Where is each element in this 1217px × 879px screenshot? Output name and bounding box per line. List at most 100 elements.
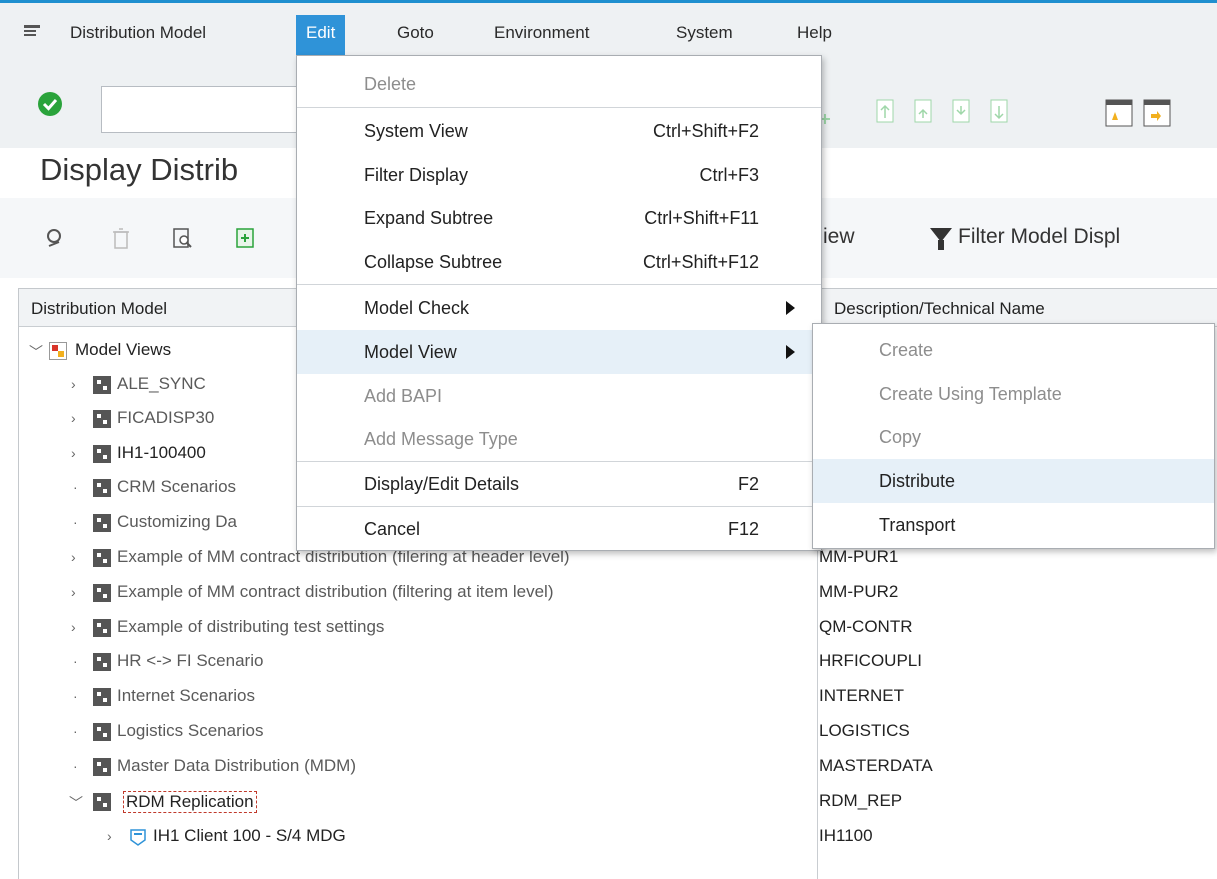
page-title: Display Distrib <box>40 152 239 187</box>
collapse-toggle-icon[interactable]: ﹀ <box>69 793 83 811</box>
expand-toggle-icon[interactable]: › <box>71 584 81 600</box>
model-view-icon <box>93 410 111 428</box>
find-icon[interactable] <box>172 226 194 250</box>
table-row[interactable]: · Logistics Scenarios LOGISTICS <box>19 715 1217 749</box>
menu-distribution-model[interactable]: Distribution Model <box>70 23 206 43</box>
first-page-icon[interactable] <box>873 96 897 126</box>
tree-node-label[interactable]: Logistics Scenarios <box>117 721 263 741</box>
menu-item-system-view[interactable]: System View Ctrl+Shift+F2 <box>297 109 821 153</box>
submenu-item-copy[interactable]: Copy <box>813 415 1214 459</box>
model-view-icon <box>93 653 111 671</box>
table-row[interactable]: › IH1 Client 100 - S/4 MDG IH1100 <box>19 820 1217 854</box>
menu-system[interactable]: System <box>676 23 733 43</box>
view-button-label[interactable]: iew <box>823 225 855 249</box>
technical-name: MM-PUR1 <box>819 547 899 566</box>
tree-node-label[interactable]: IH1-100400 <box>117 443 206 463</box>
table-row[interactable]: · Internet Scenarios INTERNET <box>19 680 1217 714</box>
enter-check-icon[interactable] <box>38 92 62 116</box>
technical-name: IH1100 <box>819 826 873 845</box>
submenu-item-create-using-template[interactable]: Create Using Template <box>813 372 1214 416</box>
table-row[interactable]: · Master Data Distribution (MDM) MASTERD… <box>19 750 1217 784</box>
technical-name: MM-PUR2 <box>819 582 899 601</box>
expand-icon[interactable] <box>234 226 256 250</box>
menu-item-model-check[interactable]: Model Check <box>297 286 821 330</box>
technical-name: HRFICOUPLI <box>819 651 922 670</box>
model-view-icon <box>93 758 111 776</box>
menu-item-collapse-subtree[interactable]: Collapse Subtree Ctrl+Shift+F12 <box>297 240 821 284</box>
model-view-icon <box>93 619 111 637</box>
menu-separator <box>297 284 821 285</box>
model-view-icon <box>93 445 111 463</box>
leaf-bullet-icon: · <box>73 514 78 530</box>
menu-separator <box>297 107 821 108</box>
technical-name: QM-CONTR <box>819 617 913 636</box>
tree-node-label[interactable]: ALE_SYNC <box>117 374 206 394</box>
tree-node-label[interactable]: Master Data Distribution (MDM) <box>117 756 356 776</box>
menu-goto[interactable]: Goto <box>397 23 434 43</box>
submenu-item-create[interactable]: Create <box>813 328 1214 372</box>
tree-node-label[interactable]: HR <-> FI Scenario <box>117 651 263 671</box>
menu-item-filter-display[interactable]: Filter Display Ctrl+F3 <box>297 153 821 197</box>
collapse-toggle-icon[interactable]: ﹀ <box>29 342 43 360</box>
technical-name: MASTERDATA <box>819 756 933 775</box>
command-field[interactable] <box>101 86 301 133</box>
menu-edit[interactable]: Edit <box>296 15 346 55</box>
leaf-bullet-icon: · <box>73 688 78 704</box>
menu-item-model-view[interactable]: Model View <box>297 330 821 374</box>
table-row[interactable]: ﹀ RDM Replication RDM_REP <box>19 785 1217 819</box>
expand-toggle-icon[interactable]: › <box>71 619 81 635</box>
column-header-distribution-model[interactable]: Distribution Model <box>31 299 167 319</box>
submenu-arrow-icon <box>786 345 795 359</box>
expand-toggle-icon[interactable]: › <box>71 376 81 392</box>
table-row[interactable]: · HR <-> FI Scenario HRFICOUPLI <box>19 645 1217 679</box>
menu-item-display-edit-details[interactable]: Display/Edit Details F2 <box>297 462 821 506</box>
model-view-submenu: Create Create Using Template Copy Distri… <box>812 323 1215 549</box>
model-view-icon <box>93 549 111 567</box>
leaf-bullet-icon: · <box>73 653 78 669</box>
submenu-item-distribute[interactable]: Distribute <box>813 459 1214 503</box>
model-view-icon <box>93 584 111 602</box>
expand-toggle-icon[interactable]: › <box>71 410 81 426</box>
next-page-icon[interactable] <box>949 96 973 126</box>
menu-item-expand-subtree[interactable]: Expand Subtree Ctrl+Shift+F11 <box>297 196 821 240</box>
display-change-icon[interactable] <box>45 226 67 250</box>
tree-node-label[interactable]: Model Views <box>75 340 171 360</box>
shortcut-icon[interactable] <box>1142 98 1172 128</box>
leaf-bullet-icon: · <box>73 723 78 739</box>
expand-toggle-icon[interactable]: › <box>71 549 81 565</box>
edit-menu: Delete System View Ctrl+Shift+F2 Filter … <box>296 55 822 551</box>
model-views-icon <box>49 342 67 360</box>
menu-icon[interactable] <box>24 25 40 39</box>
menu-item-delete[interactable]: Delete <box>297 62 821 106</box>
tree-node-label[interactable]: RDM Replication <box>123 791 257 813</box>
tree-node-label[interactable]: Example of distributing test settings <box>117 617 384 637</box>
menu-item-cancel[interactable]: Cancel F12 <box>297 507 821 551</box>
leaf-bullet-icon: · <box>73 479 78 495</box>
last-page-icon[interactable] <box>987 96 1011 126</box>
tree-node-label[interactable]: Internet Scenarios <box>117 686 255 706</box>
menu-item-add-message-type[interactable]: Add Message Type <box>297 417 821 461</box>
submenu-item-transport[interactable]: Transport <box>813 503 1214 547</box>
menu-help[interactable]: Help <box>797 23 832 43</box>
table-row[interactable]: › Example of MM contract distribution (f… <box>19 576 1217 610</box>
tree-node-label[interactable]: IH1 Client 100 - S/4 MDG <box>153 826 346 846</box>
table-row[interactable]: › Example of distributing test settings … <box>19 611 1217 645</box>
tree-node-label[interactable]: Customizing Da <box>117 512 237 532</box>
menu-environment[interactable]: Environment <box>494 23 589 43</box>
model-view-icon <box>93 723 111 741</box>
model-view-icon <box>93 514 111 532</box>
model-view-icon <box>93 479 111 497</box>
menu-item-add-bapi[interactable]: Add BAPI <box>297 374 821 418</box>
model-view-icon <box>93 376 111 394</box>
filter-model-display-button[interactable]: Filter Model Displ <box>958 225 1120 249</box>
tree-node-label[interactable]: CRM Scenarios <box>117 477 236 497</box>
previous-page-icon[interactable] <box>911 96 935 126</box>
tree-node-label[interactable]: Example of MM contract distribution (fil… <box>117 582 554 602</box>
column-header-description[interactable]: Description/Technical Name <box>834 299 1045 319</box>
submenu-arrow-icon <box>786 301 795 315</box>
tree-node-label[interactable]: FICADISP30 <box>117 408 214 428</box>
new-session-icon[interactable] <box>1104 98 1134 128</box>
expand-toggle-icon[interactable]: › <box>71 445 81 461</box>
delete-icon[interactable] <box>110 226 132 250</box>
expand-toggle-icon[interactable]: › <box>107 828 117 844</box>
